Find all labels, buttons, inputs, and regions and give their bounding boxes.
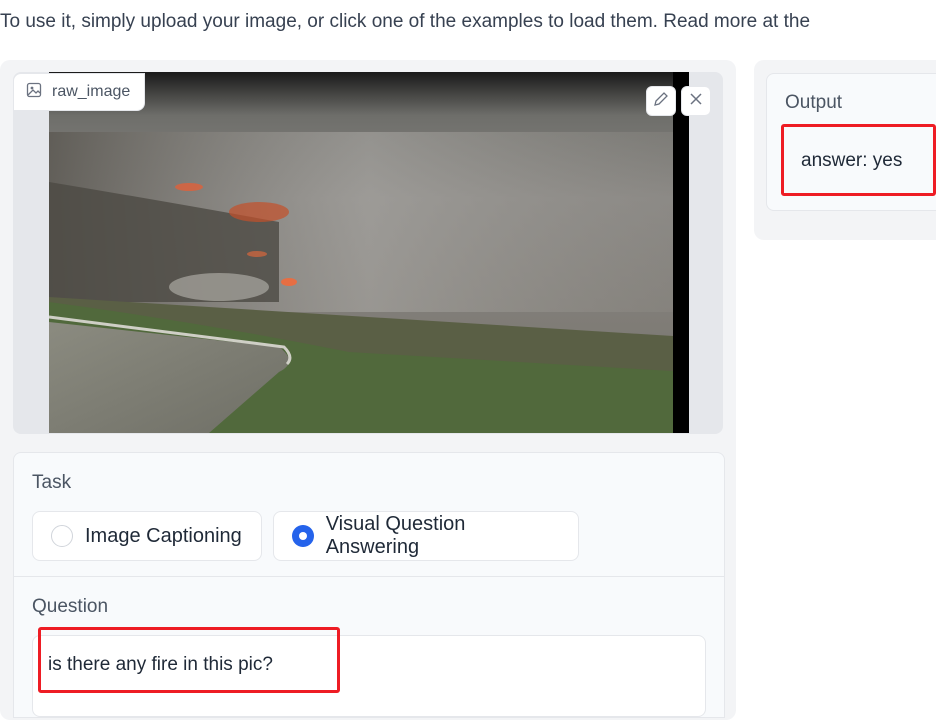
question-label: Question (32, 596, 109, 617)
image-icon (26, 82, 42, 103)
close-icon (688, 91, 704, 112)
task-label: Task (32, 472, 72, 493)
radio-circle[interactable] (51, 525, 73, 547)
radio-image-captioning[interactable]: Image Captioning (32, 511, 262, 561)
intro-text: To use it, simply upload your image, or … (0, 11, 811, 32)
image-input-label: raw_image (13, 73, 146, 111)
pencil-icon (652, 90, 670, 113)
radio-label: Image Captioning (85, 524, 242, 547)
edit-image-button[interactable] (646, 86, 676, 116)
image-input-label-text: raw_image (52, 83, 131, 100)
radio-label: Visual Question Answering (325, 513, 466, 558)
output-label: Output (785, 92, 843, 113)
highlight-box-output (781, 124, 936, 196)
radio-visual-question-answering[interactable]: Visual Question Answering (273, 511, 579, 561)
clear-image-button[interactable] (681, 86, 711, 116)
radio-circle-checked[interactable] (292, 525, 314, 547)
uploaded-image (49, 72, 689, 433)
highlight-box-question (38, 627, 340, 693)
